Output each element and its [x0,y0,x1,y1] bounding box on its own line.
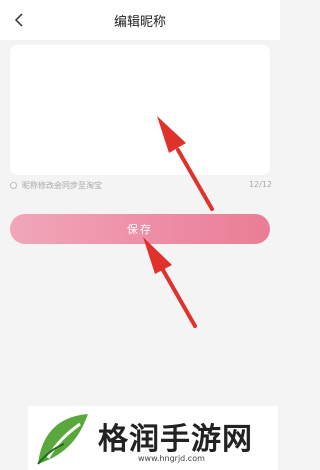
watermark-text: 格润手游网 [98,422,253,457]
character-counter: 12/12 [248,180,272,189]
site-watermark: 格润手游网 www.hngrjd.com [28,406,278,470]
sync-label: 昵称修改会同步至淘宝 [22,181,102,190]
watermark-url: www.hngrjd.com [138,454,205,463]
save-button-label: 保存 [127,223,153,236]
leaf-logo-icon [37,414,88,465]
page-title: 编辑昵称 [113,15,166,30]
sync-radio[interactable] [10,182,17,189]
sync-to-taobao-option[interactable]: 昵称修改会同步至淘宝 [10,180,102,191]
top-nav-bar: 编辑昵称 [0,0,280,40]
nickname-input-area[interactable] [10,45,270,175]
save-button[interactable]: 保存 [10,214,270,244]
